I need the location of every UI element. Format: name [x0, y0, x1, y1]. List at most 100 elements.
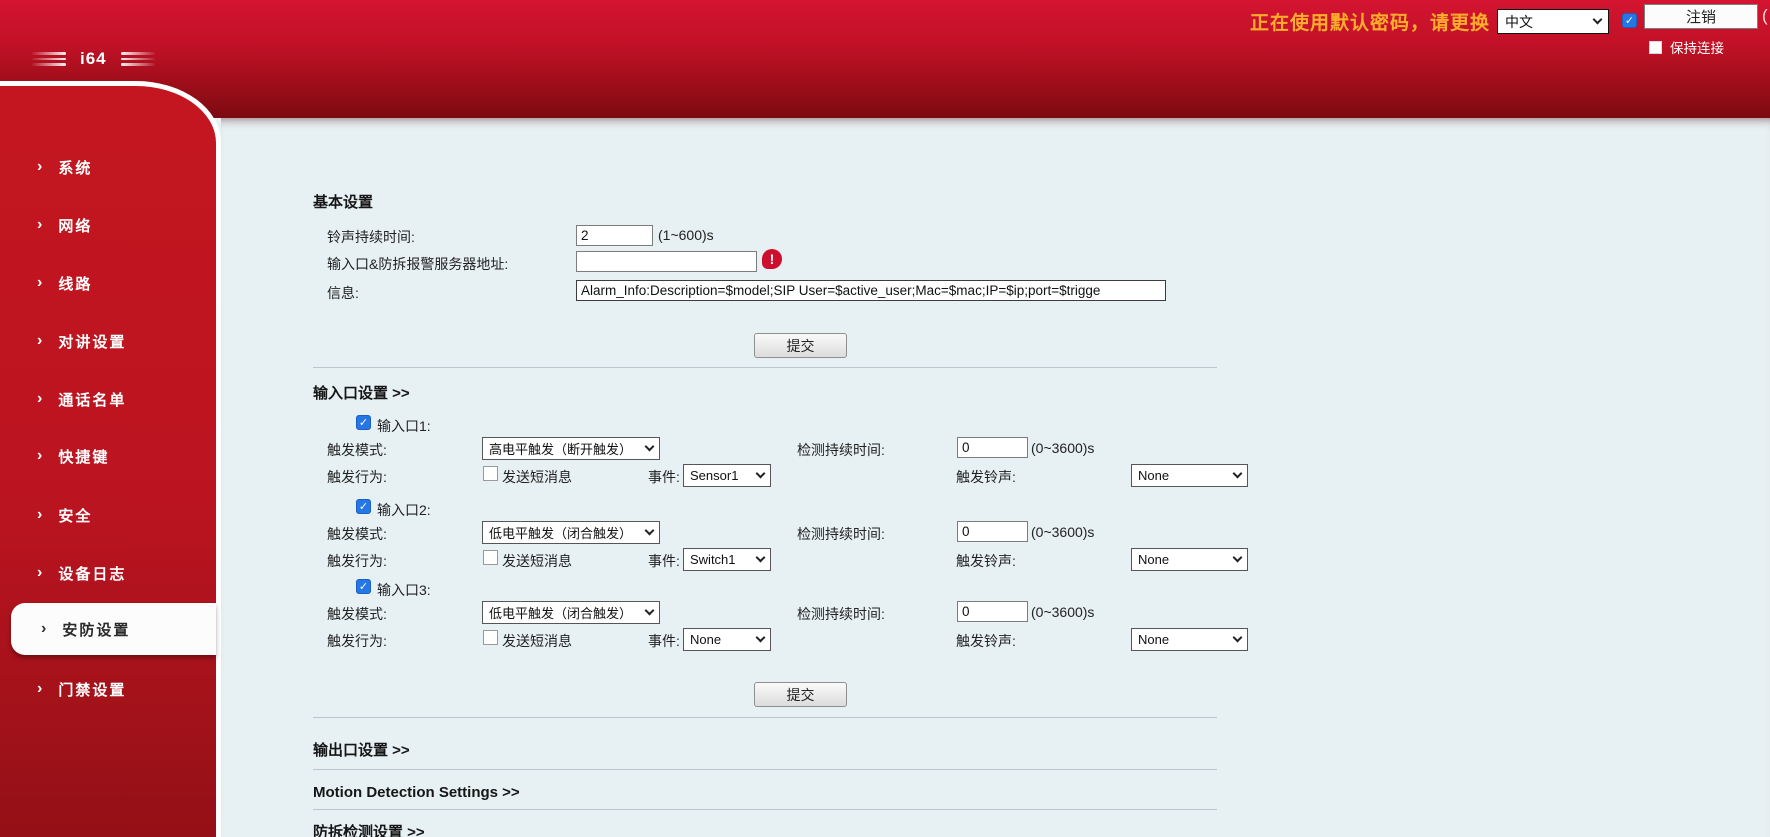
detect-duration-input[interactable] — [957, 601, 1028, 622]
sidebar-item-system[interactable]: › 系统 — [0, 156, 216, 178]
detect-duration-range: (0~3600)s — [1031, 440, 1095, 456]
basic-settings-title: 基本设置 — [313, 194, 374, 211]
output-port-settings-title[interactable]: 输出口设置 >> — [313, 739, 410, 760]
detect-duration-label: 检测持续时间: — [797, 442, 885, 458]
trigger-mode-select[interactable]: 高电平触发（断开触发） — [482, 437, 660, 460]
alert-icon: ! — [762, 249, 782, 269]
trigger-mode-select[interactable]: 低电平触发（闭合触发） — [482, 521, 660, 544]
send-sms-checkbox[interactable] — [483, 630, 498, 645]
event-label: 事件: — [648, 553, 680, 569]
chevron-down-icon — [1592, 14, 1603, 25]
sidebar-item-door-access-settings[interactable]: › 门禁设置 — [0, 678, 216, 700]
keep-alive-row: 保持连接 — [1649, 37, 1724, 57]
security-settings-page: i64 正在使用默认密码，请更换 中文 ✓ 注销 ( 保持连接 › 系统 › 网… — [0, 0, 1770, 837]
trigger-ring-label: 触发铃声: — [956, 633, 1016, 649]
section-divider — [313, 809, 1217, 810]
trigger-ring-select[interactable]: None — [1131, 548, 1248, 571]
send-sms-label: 发送短消息 — [502, 633, 572, 649]
trigger-mode-select[interactable]: 低电平触发（闭合触发） — [482, 601, 660, 624]
sidebar-item-label: 系统 — [58, 159, 93, 177]
default-password-warning: 正在使用默认密码，请更换 — [1250, 13, 1491, 34]
settings-panel: 基本设置 铃声持续时间: (1~600)s 输入口&防拆报警服务器地址: ! 信… — [221, 118, 1770, 837]
sidebar-item-call-list[interactable]: › 通话名单 — [0, 388, 216, 410]
chevron-right-icon: › — [37, 680, 43, 697]
trigger-ring-select[interactable]: None — [1131, 464, 1248, 487]
event-select[interactable]: Sensor1 — [683, 464, 771, 487]
sidebar-item-intercom-settings[interactable]: › 对讲设置 — [0, 330, 216, 352]
sidebar-item-network[interactable]: › 网络 — [0, 214, 216, 236]
sidebar-item-label: 快捷键 — [58, 448, 110, 466]
language-select[interactable]: 中文 — [1497, 9, 1609, 34]
logo-speed-lines-left — [32, 52, 66, 66]
keep-alive-checkbox[interactable] — [1649, 40, 1662, 54]
sidebar-item-label: 设备日志 — [58, 565, 127, 583]
section-divider — [313, 717, 1217, 718]
detect-duration-label: 检测持续时间: — [797, 606, 885, 622]
section-divider — [313, 769, 1217, 770]
detect-duration-input[interactable] — [957, 437, 1028, 458]
trigger-ring-label: 触发铃声: — [956, 469, 1016, 485]
chevron-right-icon: › — [37, 332, 43, 349]
send-sms-label: 发送短消息 — [502, 469, 572, 485]
chevron-down-icon — [755, 552, 766, 563]
chevron-down-icon — [1232, 552, 1243, 563]
input-port-enable-label: 输入口1: — [377, 418, 431, 434]
input-port-settings-title: 输入口设置 >> — [313, 385, 410, 402]
event-label: 事件: — [648, 633, 680, 649]
language-apply-checkbox[interactable]: ✓ — [1622, 13, 1637, 28]
send-sms-checkbox[interactable] — [483, 550, 498, 565]
logout-button[interactable]: 注销 — [1644, 4, 1758, 29]
input-port-enable-checkbox[interactable]: ✓ — [356, 579, 371, 594]
sidebar-item-device-log[interactable]: › 设备日志 — [0, 562, 216, 584]
input-port-enable-checkbox[interactable]: ✓ — [356, 499, 371, 514]
keep-alive-label: 保持连接 — [1670, 41, 1724, 56]
sidebar-item-label: 对讲设置 — [58, 333, 127, 351]
event-select[interactable]: None — [683, 628, 771, 651]
chevron-down-icon — [644, 605, 655, 616]
sidebar-item-label: 安全 — [58, 507, 93, 525]
chevron-right-icon: › — [37, 216, 43, 233]
chevron-down-icon — [755, 632, 766, 643]
sidebar-item-label: 门禁设置 — [58, 681, 127, 699]
detect-duration-range: (0~3600)s — [1031, 524, 1095, 540]
ring-duration-input[interactable] — [576, 225, 653, 246]
send-sms-checkbox[interactable] — [483, 466, 498, 481]
trigger-action-label: 触发行为: — [327, 553, 387, 569]
chevron-right-icon: › — [37, 158, 43, 175]
message-input[interactable] — [576, 280, 1166, 301]
chevron-down-icon — [755, 468, 766, 479]
event-label: 事件: — [648, 469, 680, 485]
trigger-ring-select[interactable]: None — [1131, 628, 1248, 651]
sidebar-item-security-settings-active[interactable]: › 安防设置 — [11, 603, 216, 655]
sidebar-item-function-key[interactable]: › 快捷键 — [0, 445, 216, 467]
sidebar-item-security[interactable]: › 安全 — [0, 504, 216, 526]
logo-text: i64 — [80, 49, 107, 68]
detect-duration-input[interactable] — [957, 521, 1028, 542]
top-banner: i64 正在使用默认密码，请更换 中文 ✓ 注销 ( 保持连接 — [0, 0, 1770, 118]
detect-duration-label: 检测持续时间: — [797, 526, 885, 542]
send-sms-label: 发送短消息 — [502, 553, 572, 569]
sidebar-nav: › 系统 › 网络 › 线路 › 对讲设置 › 通话名单 › 快捷键 › 安全 … — [0, 81, 221, 837]
logo: i64 — [32, 48, 155, 70]
sidebar-item-line[interactable]: › 线路 — [0, 272, 216, 294]
trigger-mode-label: 触发模式: — [327, 526, 387, 542]
input-port-block-1: ✓ 输入口1: 触发模式: 高电平触发（断开触发） 检测持续时间: (0~360… — [221, 415, 1501, 489]
motion-detection-settings-title[interactable]: Motion Detection Settings >> — [313, 784, 520, 801]
chevron-right-icon: › — [37, 506, 43, 523]
basic-submit-button[interactable]: 提交 — [754, 333, 847, 358]
alarm-server-input[interactable] — [576, 251, 757, 272]
chevron-down-icon — [1232, 468, 1243, 479]
section-divider — [313, 367, 1217, 368]
event-select[interactable]: Switch1 — [683, 548, 771, 571]
chevron-right-icon: › — [37, 564, 43, 581]
input-port-submit-button[interactable]: 提交 — [754, 682, 847, 707]
message-label: 信息: — [327, 285, 359, 301]
alarm-server-label: 输入口&防拆报警服务器地址: — [327, 256, 509, 272]
detect-duration-range: (0~3600)s — [1031, 604, 1095, 620]
input-port-enable-label: 输入口2: — [377, 502, 431, 518]
chevron-right-icon: › — [41, 620, 47, 637]
sidebar-item-label: 线路 — [58, 275, 93, 293]
tamper-detection-settings-title[interactable]: 防拆检测设置 >> — [313, 821, 425, 837]
input-port-enable-checkbox[interactable]: ✓ — [356, 415, 371, 430]
clipped-text-fragment: ( — [1762, 6, 1768, 25]
